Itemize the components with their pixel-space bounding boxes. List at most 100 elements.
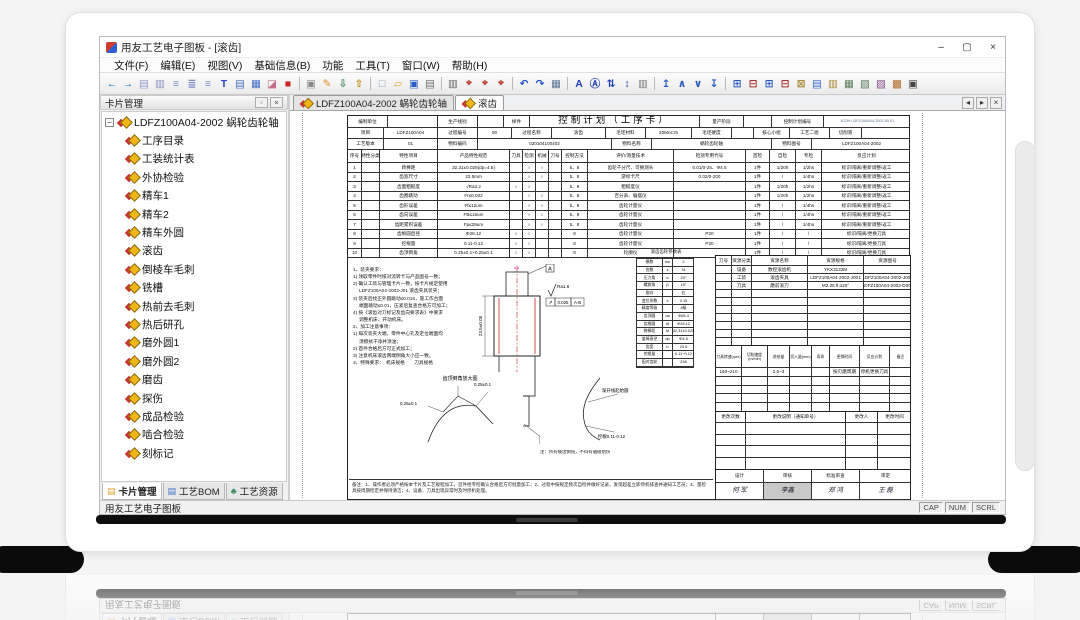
toolbar-separator <box>567 77 568 90</box>
tree-item[interactable]: 磨齿 <box>102 370 286 388</box>
menu-item[interactable]: 视图(V) <box>201 58 248 73</box>
tree-item[interactable]: 精车1 <box>102 187 286 205</box>
fill-cells-icon[interactable]: ▨ <box>873 76 889 92</box>
text-tool-icon[interactable]: T <box>216 76 232 92</box>
back-icon[interactable]: ← <box>104 76 120 92</box>
tree-item[interactable]: 铣槽 <box>102 279 286 297</box>
import-icon[interactable]: ⇩ <box>335 76 351 92</box>
tree-item[interactable]: 探伤 <box>102 389 286 407</box>
cell: 齿根圆 <box>637 321 663 328</box>
tree-item[interactable]: 倒棱车毛刺 <box>102 260 286 278</box>
insert-col-icon[interactable]: ⊞ <box>761 76 777 92</box>
paste-row-icon[interactable]: ▥ <box>825 76 841 92</box>
pencil-icon[interactable]: ✎ <box>319 76 335 92</box>
panel-close-button[interactable]: × <box>270 97 283 108</box>
delete-row-icon[interactable]: ⊟ <box>745 76 761 92</box>
cell-edit-icon[interactable]: ▤ <box>232 76 248 92</box>
panel-tab-工艺BOM[interactable]: ▤工艺BOM <box>163 483 225 500</box>
menu-item[interactable]: 编辑(E) <box>154 58 201 73</box>
tab-scroll-left-icon[interactable]: ◂ <box>962 97 974 109</box>
copy-style-icon[interactable]: ▤ <box>136 76 152 92</box>
panel-tab-卡片管理[interactable]: ▤卡片管理 <box>102 483 162 500</box>
tree-item[interactable]: 工装统计表 <box>102 150 286 168</box>
tree-item[interactable]: 刻标记 <box>102 444 286 462</box>
tree-item[interactable]: 工序目录 <box>102 131 286 149</box>
menu-item[interactable]: 窗口(W) <box>396 58 446 73</box>
sheet-header-row: 项目LDFZ100A04过程编号50过程名称滚齿毛坯材料20MnCr5毛坯硬度核… <box>348 128 909 139</box>
insert-image-icon[interactable]: ▦ <box>248 76 264 92</box>
scroll-top-icon[interactable]: ↥ <box>658 76 674 92</box>
tree-item[interactable]: 磨外圆1 <box>102 334 286 352</box>
minimize-button[interactable]: – <box>935 42 947 53</box>
cut-row-icon[interactable]: ⊠ <box>793 76 809 92</box>
font-icon[interactable]: A <box>571 76 587 92</box>
tree-item[interactable]: 滚齿 <box>102 242 286 260</box>
menu-item[interactable]: 功能 <box>316 58 349 73</box>
cell: 切入量(mm) <box>790 346 812 367</box>
circled-text-icon[interactable]: Ⓐ <box>587 76 603 92</box>
clipboard-icon[interactable]: ▩ <box>889 76 905 92</box>
new-file-icon[interactable]: □ <box>374 76 390 92</box>
copy-row-icon[interactable]: ▤ <box>809 76 825 92</box>
tree-item[interactable]: 外协检验 <box>102 168 286 186</box>
outer-scrollbar[interactable] <box>1015 141 1035 471</box>
panel-pin-button[interactable]: ▫ <box>255 97 268 108</box>
tree-item-label: 热后研孔 <box>142 317 184 332</box>
toolbar-separator <box>299 77 300 90</box>
split-cells-icon[interactable]: ▧ <box>857 76 873 92</box>
align-right-icon[interactable]: ≡ <box>200 76 216 92</box>
open-file-icon[interactable]: ▱ <box>390 76 406 92</box>
delete-block-icon[interactable]: ■ <box>280 76 296 92</box>
stamp-icon[interactable]: ▥ <box>635 76 651 92</box>
vertical-text-icon[interactable]: ⇅ <box>603 76 619 92</box>
save-icon[interactable]: ▣ <box>406 76 422 92</box>
menu-item[interactable]: 基础信息(B) <box>248 58 316 73</box>
tab-close-icon[interactable]: × <box>990 97 1002 109</box>
align-left-icon[interactable]: ≡ <box>168 76 184 92</box>
menu-item[interactable]: 帮助(H) <box>446 58 494 73</box>
scroll-down-icon[interactable]: ∨ <box>690 76 706 92</box>
text-direction-icon[interactable]: ↕ <box>619 76 635 92</box>
title-bar[interactable]: 用友工艺电子图板 - [滚齿] – ▢ × <box>100 37 1005 57</box>
table-icon[interactable]: ▦ <box>548 76 564 92</box>
tree-item[interactable]: 精车2 <box>102 205 286 223</box>
cell: 量棒直径 <box>637 336 663 343</box>
tree-root-item[interactable]: −LDFZ100A04-2002 蜗轮齿轮轴 <box>102 113 286 131</box>
close-button[interactable]: × <box>987 42 999 53</box>
print-preview-icon[interactable]: ▥ <box>445 76 461 92</box>
zoom-in-icon[interactable]: ⌖ <box>461 76 477 92</box>
tree-item[interactable]: 成品检验 <box>102 407 286 425</box>
expand-icon[interactable]: − <box>105 118 114 127</box>
document-tab[interactable]: LDFZ100A04-2002 蜗轮齿轮轴 <box>293 95 454 110</box>
menu-item[interactable]: 文件(F) <box>108 58 154 73</box>
redo-icon[interactable]: ↷ <box>532 76 548 92</box>
delete-col-icon[interactable]: ⊟ <box>777 76 793 92</box>
menu-item[interactable]: 工具(T) <box>349 58 395 73</box>
scroll-bottom-icon[interactable]: ↧ <box>706 76 722 92</box>
export-icon[interactable]: ⇧ <box>351 76 367 92</box>
eraser-icon[interactable]: ◪ <box>264 76 280 92</box>
paste-style-icon[interactable]: ▥ <box>152 76 168 92</box>
zoom-out-icon[interactable]: ⌖ <box>477 76 493 92</box>
drawing-canvas[interactable]: 滚齿齿轮参数表 1、装夹要求：1) 领取零件时核对流转卡与产品图号一致；2) 确… <box>290 111 1005 500</box>
tree-item[interactable]: 热前去毛刺 <box>102 297 286 315</box>
cell <box>846 423 878 434</box>
maximize-button[interactable]: ▢ <box>961 42 973 53</box>
tab-scroll-right-icon[interactable]: ▸ <box>976 97 988 109</box>
scroll-up-icon[interactable]: ∧ <box>674 76 690 92</box>
tree-item[interactable]: 精车外圆 <box>102 223 286 241</box>
forward-icon[interactable]: → <box>120 76 136 92</box>
tree-item[interactable]: 热后研孔 <box>102 315 286 333</box>
undo-icon[interactable]: ↶ <box>516 76 532 92</box>
zoom-fit-icon[interactable]: ⌖ <box>493 76 509 92</box>
panel-tab-工艺资源[interactable]: ♣工艺资源 <box>226 483 283 500</box>
capture-icon[interactable]: ▣ <box>303 76 319 92</box>
tree-item[interactable]: 啮合检验 <box>102 426 286 444</box>
properties-icon[interactable]: ▣ <box>905 76 921 92</box>
merge-cells-icon[interactable]: ▦ <box>841 76 857 92</box>
insert-row-icon[interactable]: ⊞ <box>729 76 745 92</box>
document-tab[interactable]: 滚齿 <box>455 95 504 110</box>
align-center-icon[interactable]: ≣ <box>184 76 200 92</box>
print-icon[interactable]: ▤ <box>422 76 438 92</box>
tree-item[interactable]: 磨外圆2 <box>102 352 286 370</box>
